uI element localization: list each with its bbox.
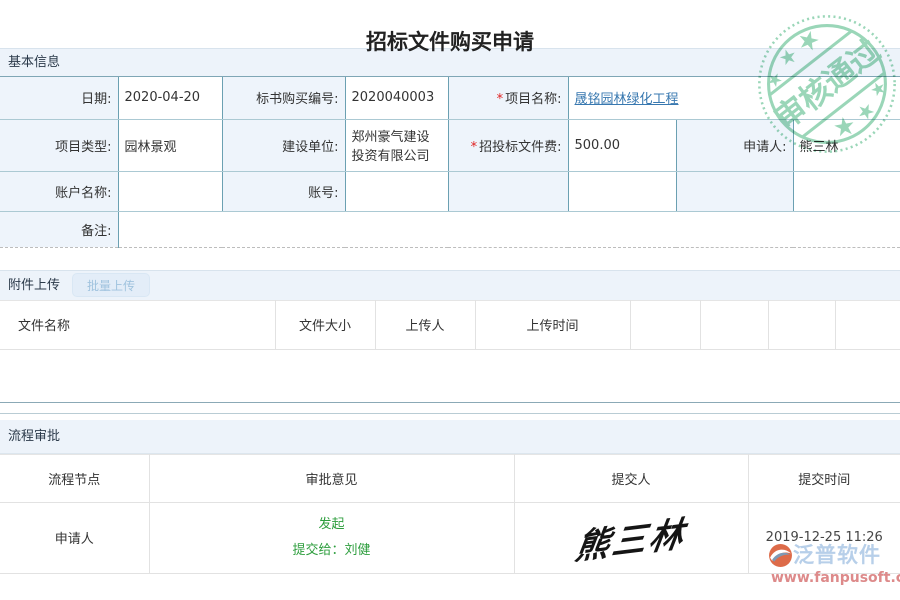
doc-fee-label: *招投标文件费: [448,119,568,171]
empty-value-cell [568,171,676,211]
submitter-cell: 熊三林 [514,502,748,573]
build-unit-value: 郑州豪气建设投资有限公司 [345,119,448,171]
date-label: 日期: [0,77,118,119]
attachments-empty-area [0,350,900,403]
account-name-value [118,171,222,211]
fanpu-url-text: www.fanpusoft.com [771,571,900,585]
attachments-table: 文件名称 文件大小 上传人 上传时间 [0,300,900,350]
account-name-label: 账户名称: [0,171,118,211]
fanpu-brand-text: 泛普软件 [793,545,881,566]
divider [0,403,900,414]
basic-info-table: 日期: 2020-04-20 标书购买编号: 2020040003 *项目名称:… [0,77,900,248]
empty-label-cell [676,171,793,211]
attachments-header-row: 文件名称 文件大小 上传人 上传时间 [0,300,900,349]
table-row: 账户名称: 账号: [0,171,900,211]
col-approval-opinion: 审批意见 [149,454,514,502]
doc-no-value: 2020040003 [345,77,448,119]
table-row: 备注: [0,211,900,247]
col-empty [630,300,700,349]
batch-upload-button[interactable]: 批量上传 [72,273,150,297]
build-unit-label: 建设单位: [222,119,345,171]
submitter-signature: 熊三林 [572,506,690,570]
approval-header-row: 流程节点 审批意见 提交人 提交时间 [0,454,900,502]
project-name-label: *项目名称: [448,77,568,119]
submit-time-value: 2019-12-25 11:26 [766,530,883,545]
approval-row: 申请人 发起 提交给：刘健 熊三林 2019-12-25 11:26 [0,502,900,573]
col-uploader: 上传人 [375,300,475,349]
required-marker: * [471,140,478,155]
opinion-submit-to: 提交给：刘健 [154,538,510,564]
col-flow-node: 流程节点 [0,454,149,502]
section-header-attachments: 附件上传 批量上传 [0,270,900,300]
opinion-action: 发起 [154,512,510,538]
col-file-size: 文件大小 [275,300,375,349]
applicant-value: 熊三林 [793,119,900,171]
col-empty [700,300,768,349]
col-submitter: 提交人 [514,454,748,502]
required-marker: * [497,92,504,107]
account-no-label: 账号: [222,171,345,211]
remark-label: 备注: [0,211,118,247]
fanpu-watermark: 泛普软件 www.fanpusoft.com [768,543,900,585]
flow-node-value: 申请人 [0,502,149,573]
empty-value-cell [793,171,900,211]
table-row: 日期: 2020-04-20 标书购买编号: 2020040003 *项目名称:… [0,77,900,119]
applicant-label: 申请人: [676,119,793,171]
col-submit-time: 提交时间 [748,454,900,502]
date-value: 2020-04-20 [118,77,222,119]
col-empty [768,300,835,349]
approval-table: 流程节点 审批意见 提交人 提交时间 申请人 发起 提交给：刘健 熊三林 201… [0,454,900,574]
project-name-value: 晟铭园林绿化工程 [568,77,900,119]
page-title: 招标文件购买申请 [0,0,900,48]
remark-value [118,211,900,247]
col-file-name: 文件名称 [0,300,275,349]
fanpu-logo-icon [768,543,793,568]
doc-no-label: 标书购买编号: [222,77,345,119]
project-type-label: 项目类型: [0,119,118,171]
approval-opinion-cell: 发起 提交给：刘健 [149,502,514,573]
account-no-value [345,171,448,211]
doc-fee-value: 500.00 [568,119,676,171]
attachments-header-label: 附件上传 [8,271,60,300]
bid-document-purchase-page: 招标文件购买申请 基本信息 日期: 2020-04-20 标书购买编号: 202… [0,0,900,600]
spacer [0,248,900,270]
col-upload-time: 上传时间 [475,300,630,349]
section-header-approval: 流程审批 [0,420,900,454]
empty-label-cell [448,171,568,211]
table-row: 项目类型: 园林景观 建设单位: 郑州豪气建设投资有限公司 *招投标文件费: 5… [0,119,900,171]
col-empty [835,300,900,349]
project-name-link[interactable]: 晟铭园林绿化工程 [575,92,679,107]
project-type-value: 园林景观 [118,119,222,171]
